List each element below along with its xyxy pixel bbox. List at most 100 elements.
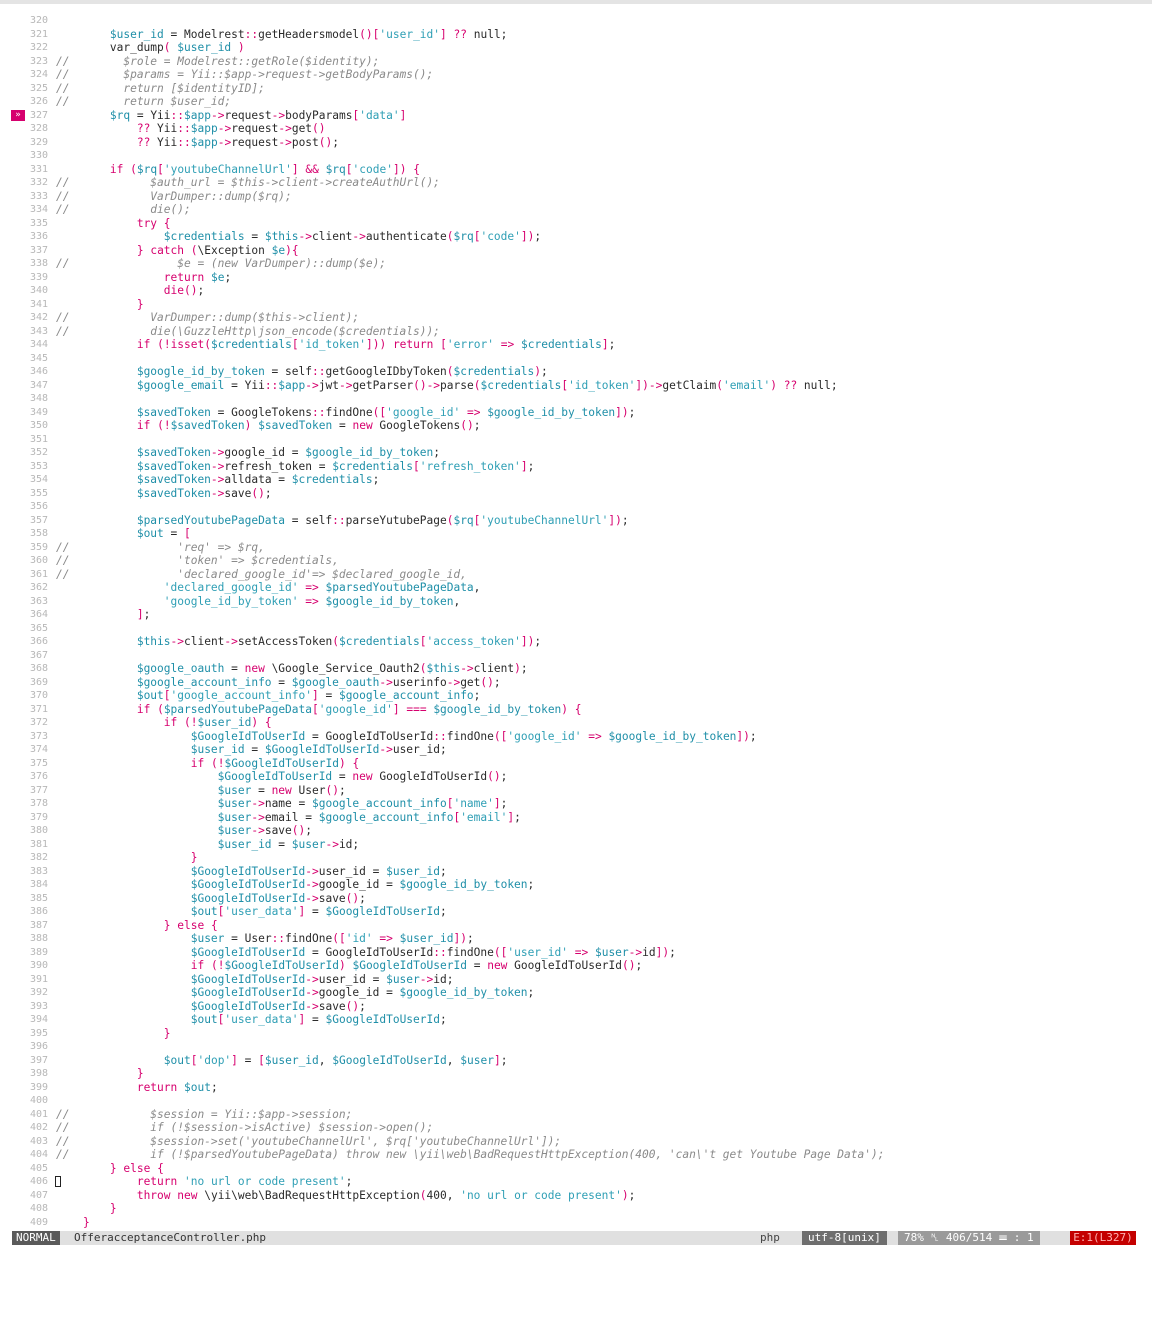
code-line[interactable]: 321» $user_id = Modelrest::getHeadersmod… bbox=[0, 28, 1152, 42]
code-line[interactable]: 366» $this->client->setAccessToken($cred… bbox=[0, 635, 1152, 649]
code-line[interactable]: 342»// VarDumper::dump($this->client); bbox=[0, 311, 1152, 325]
code-line[interactable]: 363» 'google_id_by_token' => $google_id_… bbox=[0, 595, 1152, 609]
code-line[interactable]: 354» $savedToken->alldata = $credentials… bbox=[0, 473, 1152, 487]
code-line[interactable]: 335» try { bbox=[0, 217, 1152, 231]
code-line[interactable]: 401»// $session = Yii::$app->session; bbox=[0, 1108, 1152, 1122]
code-line[interactable]: 409» } bbox=[0, 1216, 1152, 1230]
code-text: $savedToken->google_id = $google_id_by_t… bbox=[136, 446, 440, 459]
code-line[interactable]: 387» } else { bbox=[0, 919, 1152, 933]
code-line[interactable]: 323»// $role = Modelrest::getRole($ident… bbox=[0, 55, 1152, 69]
code-line[interactable]: 394» $out['user_data'] = $GoogleIdToUser… bbox=[0, 1013, 1152, 1027]
code-line[interactable]: 331» if ($rq['youtubeChannelUrl'] && $rq… bbox=[0, 163, 1152, 177]
code-line[interactable]: 367» bbox=[0, 649, 1152, 663]
code-line[interactable]: 383» $GoogleIdToUserId->user_id = $user_… bbox=[0, 865, 1152, 879]
code-line[interactable]: 403»// $session->set('youtubeChannelUrl'… bbox=[0, 1135, 1152, 1149]
code-line[interactable]: 349» $savedToken = GoogleTokens::findOne… bbox=[0, 406, 1152, 420]
code-editor[interactable]: 320»321» $user_id = Modelrest::getHeader… bbox=[0, 14, 1152, 1229]
code-line[interactable]: 406» return 'no url or code present'; bbox=[0, 1175, 1152, 1189]
code-line[interactable]: 391» $GoogleIdToUserId->user_id = $user-… bbox=[0, 973, 1152, 987]
code-line[interactable]: 388» $user = User::findOne(['id' => $use… bbox=[0, 932, 1152, 946]
code-line[interactable]: 381» $user_id = $user->id; bbox=[0, 838, 1152, 852]
code-line[interactable]: 379» $user->email = $google_account_info… bbox=[0, 811, 1152, 825]
code-line[interactable]: 347» $google_email = Yii::$app->jwt->get… bbox=[0, 379, 1152, 393]
code-line[interactable]: 400» bbox=[0, 1094, 1152, 1108]
code-line[interactable]: 337» } catch (\Exception $e){ bbox=[0, 244, 1152, 258]
line-number: 409 bbox=[29, 1216, 48, 1228]
code-line[interactable]: 353» $savedToken->refresh_token = $crede… bbox=[0, 460, 1152, 474]
line-number: 351 bbox=[29, 433, 48, 445]
code-line[interactable]: 320» bbox=[0, 14, 1152, 28]
code-line[interactable]: 322» var_dump( $user_id ) bbox=[0, 41, 1152, 55]
code-line[interactable]: 333»// VarDumper::dump($rq); bbox=[0, 190, 1152, 204]
code-line[interactable]: 393» $GoogleIdToUserId->save(); bbox=[0, 1000, 1152, 1014]
code-line[interactable]: 340» die(); bbox=[0, 284, 1152, 298]
code-line[interactable]: 372» if (!$user_id) { bbox=[0, 716, 1152, 730]
code-line[interactable]: 328» ?? Yii::$app->request->get() bbox=[0, 122, 1152, 136]
code-line[interactable]: 329» ?? Yii::$app->request->post(); bbox=[0, 136, 1152, 150]
code-line[interactable]: 360»// 'token' => $credentials, bbox=[0, 554, 1152, 568]
code-line[interactable]: 404»// if (!$parsedYoutubePageData) thro… bbox=[0, 1148, 1152, 1162]
code-line[interactable]: 386» $out['user_data'] = $GoogleIdToUser… bbox=[0, 905, 1152, 919]
code-line[interactable]: 364» ]; bbox=[0, 608, 1152, 622]
code-line[interactable]: 357» $parsedYoutubePageData = self::pars… bbox=[0, 514, 1152, 528]
code-line[interactable]: 405» } else { bbox=[0, 1162, 1152, 1176]
code-line[interactable]: 390» if (!$GoogleIdToUserId) $GoogleIdTo… bbox=[0, 959, 1152, 973]
code-line[interactable]: 377» $user = new User(); bbox=[0, 784, 1152, 798]
code-line[interactable]: 378» $user->name = $google_account_info[… bbox=[0, 797, 1152, 811]
code-line[interactable]: 358» $out = [ bbox=[0, 527, 1152, 541]
code-line[interactable]: 382» } bbox=[0, 851, 1152, 865]
code-line[interactable]: 352» $savedToken->google_id = $google_id… bbox=[0, 446, 1152, 460]
code-line[interactable]: 399» return $out; bbox=[0, 1081, 1152, 1095]
line-number: 398 bbox=[29, 1068, 48, 1079]
code-line[interactable]: 327» $rq = Yii::$app->request->bodyParam… bbox=[0, 109, 1152, 123]
code-line[interactable]: 351» bbox=[0, 433, 1152, 447]
code-line[interactable]: 330» bbox=[0, 149, 1152, 163]
code-line[interactable]: 362» 'declared_google_id' => $parsedYout… bbox=[0, 581, 1152, 595]
code-line[interactable]: 398» } bbox=[0, 1067, 1152, 1081]
code-line[interactable]: 343»// die(\GuzzleHttp\json_encode($cred… bbox=[0, 325, 1152, 339]
code-line[interactable]: 407» throw new \yii\web\BadRequestHttpEx… bbox=[0, 1189, 1152, 1203]
code-line[interactable]: 375» if (!$GoogleIdToUserId) { bbox=[0, 757, 1152, 771]
code-line[interactable]: 324»// $params = Yii::$app->request->get… bbox=[0, 68, 1152, 82]
code-line[interactable]: 396» bbox=[0, 1040, 1152, 1054]
code-line[interactable]: 397» $out['dop'] = [$user_id, $GoogleIdT… bbox=[0, 1054, 1152, 1068]
code-line[interactable]: 368» $google_oauth = new \Google_Service… bbox=[0, 662, 1152, 676]
code-line[interactable]: 392» $GoogleIdToUserId->google_id = $goo… bbox=[0, 986, 1152, 1000]
code-line[interactable]: 338»// $e = (new VarDumper)::dump($e); bbox=[0, 257, 1152, 271]
code-line[interactable]: 336» $credentials = $this->client->authe… bbox=[0, 230, 1152, 244]
code-line[interactable]: 408» } bbox=[0, 1202, 1152, 1216]
code-line[interactable]: 365» bbox=[0, 622, 1152, 636]
code-line[interactable]: 374» $user_id = $GoogleIdToUserId->user_… bbox=[0, 743, 1152, 757]
code-line[interactable]: 341» } bbox=[0, 298, 1152, 312]
code-line[interactable]: 395» } bbox=[0, 1027, 1152, 1041]
code-line[interactable]: 385» $GoogleIdToUserId->save(); bbox=[0, 892, 1152, 906]
code-line[interactable]: 326»// return $user_id; bbox=[0, 95, 1152, 109]
code-line[interactable]: 384» $GoogleIdToUserId->google_id = $goo… bbox=[0, 878, 1152, 892]
code-line[interactable]: 373» $GoogleIdToUserId = GoogleIdToUserI… bbox=[0, 730, 1152, 744]
code-line[interactable]: 402»// if (!$session->isActive) $session… bbox=[0, 1121, 1152, 1135]
code-line[interactable]: 332»// $auth_url = $this->client->create… bbox=[0, 176, 1152, 190]
code-line[interactable]: 339» return $e; bbox=[0, 271, 1152, 285]
code-line[interactable]: 356» bbox=[0, 500, 1152, 514]
code-line[interactable]: 370» $out['google_account_info'] = $goog… bbox=[0, 689, 1152, 703]
code-line[interactable]: 325»// return [$identityID]; bbox=[0, 82, 1152, 96]
code-line[interactable]: 350» if (!$savedToken) $savedToken = new… bbox=[0, 419, 1152, 433]
code-line[interactable]: 361»// 'declared_google_id'=> $declared_… bbox=[0, 568, 1152, 582]
code-line[interactable]: 346» $google_id_by_token = self::getGoog… bbox=[0, 365, 1152, 379]
code-line[interactable]: 348» bbox=[0, 392, 1152, 406]
code-line[interactable]: 369» $google_account_info = $google_oaut… bbox=[0, 676, 1152, 690]
code-text: $user->email = $google_account_info['ema… bbox=[217, 810, 521, 824]
file-name: OfferacceptanceController.php bbox=[74, 1231, 267, 1244]
code-line[interactable]: 334»// die(); bbox=[0, 203, 1152, 217]
code-line[interactable]: 344» if (!isset($credentials['id_token']… bbox=[0, 338, 1152, 352]
code-line[interactable]: 380» $user->save(); bbox=[0, 824, 1152, 838]
code-line[interactable]: 371» if ($parsedYoutubePageData['google_… bbox=[0, 703, 1152, 717]
code-text: // if (!$parsedYoutubePageData) throw ne… bbox=[56, 1148, 885, 1161]
code-line[interactable]: 345» bbox=[0, 352, 1152, 366]
code-line[interactable]: 359»// 'req' => $rq, bbox=[0, 541, 1152, 555]
code-line[interactable]: 355» $savedToken->save(); bbox=[0, 487, 1152, 501]
line-number: 325 bbox=[29, 82, 48, 94]
line-number: 336 bbox=[29, 231, 48, 242]
code-line[interactable]: 389» $GoogleIdToUserId = GoogleIdToUserI… bbox=[0, 946, 1152, 960]
code-line[interactable]: 376» $GoogleIdToUserId = new GoogleIdToU… bbox=[0, 770, 1152, 784]
